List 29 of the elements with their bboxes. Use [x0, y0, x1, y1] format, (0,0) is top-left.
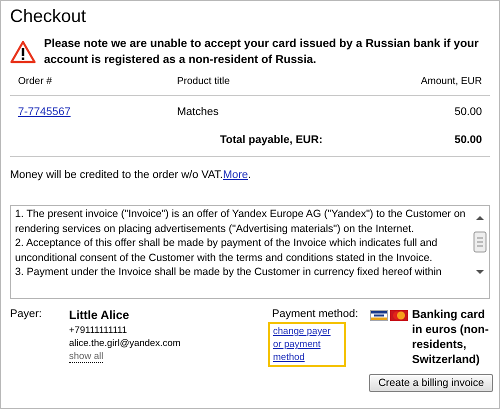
- terms-paragraph: 2. Acceptance of this offer shall be made by payment of the Invoice which indicates full and unconditional consent of the Customer with the terms and conditions stated in the Invoice.: [15, 236, 438, 265]
- payer-phone: +79111111111: [69, 324, 128, 337]
- column-header: Order #: [18, 76, 53, 87]
- table-cell-text: Matches: [177, 106, 220, 118]
- payer-label: Payer:: [10, 308, 43, 322]
- terms-paragraph: 3. Payment under the Invoice shall be made by the Customer in currency fixed hereof within: [15, 265, 443, 280]
- payer-name: Little Alice: [69, 308, 130, 322]
- page-title: Checkout: [10, 5, 88, 27]
- column-header: Amount, EUR: [420, 76, 482, 87]
- terms-textarea[interactable]: [10, 205, 490, 299]
- payer-email: alice.the.girl@yandex.com: [69, 337, 182, 350]
- terms-paragraph: 1. The present invoice ("Invoice") is an offer of Yandex Europe AG ("Yandex") to the Customer on rendering services on placing advertisements ("Advertising materials") on the Internet.: [15, 207, 467, 236]
- visa-card-icon: [370, 310, 388, 321]
- order-link[interactable]: 7-7745567: [18, 106, 177, 118]
- create-invoice-button[interactable]: Create a billing invoice: [369, 374, 493, 392]
- vat-note: Money will be credited to the order w/o VAT.: [10, 169, 223, 181]
- change-payment-link[interactable]: change payer or payment method: [268, 322, 346, 367]
- payment-method-label: Payment method:: [272, 308, 358, 320]
- warning-message: Please note we are unable to accept your card issued by a Russian bank if your account is registered as a non-resident of Russia.: [44, 37, 480, 68]
- punctuation: .: [248, 169, 252, 181]
- show-all-link[interactable]: show all: [69, 351, 104, 363]
- warning-icon: [10, 40, 36, 64]
- more-link[interactable]: More: [222, 169, 248, 181]
- table-cell: 50.00: [454, 106, 482, 118]
- total-label: Total payable, EUR:: [220, 134, 324, 146]
- mastercard-icon: [390, 310, 408, 321]
- payment-method-name: Banking card in euros (non-residents, Switzerland): [412, 308, 490, 368]
- total-amount: 50.00: [454, 134, 482, 146]
- column-header: Product title: [177, 76, 231, 87]
